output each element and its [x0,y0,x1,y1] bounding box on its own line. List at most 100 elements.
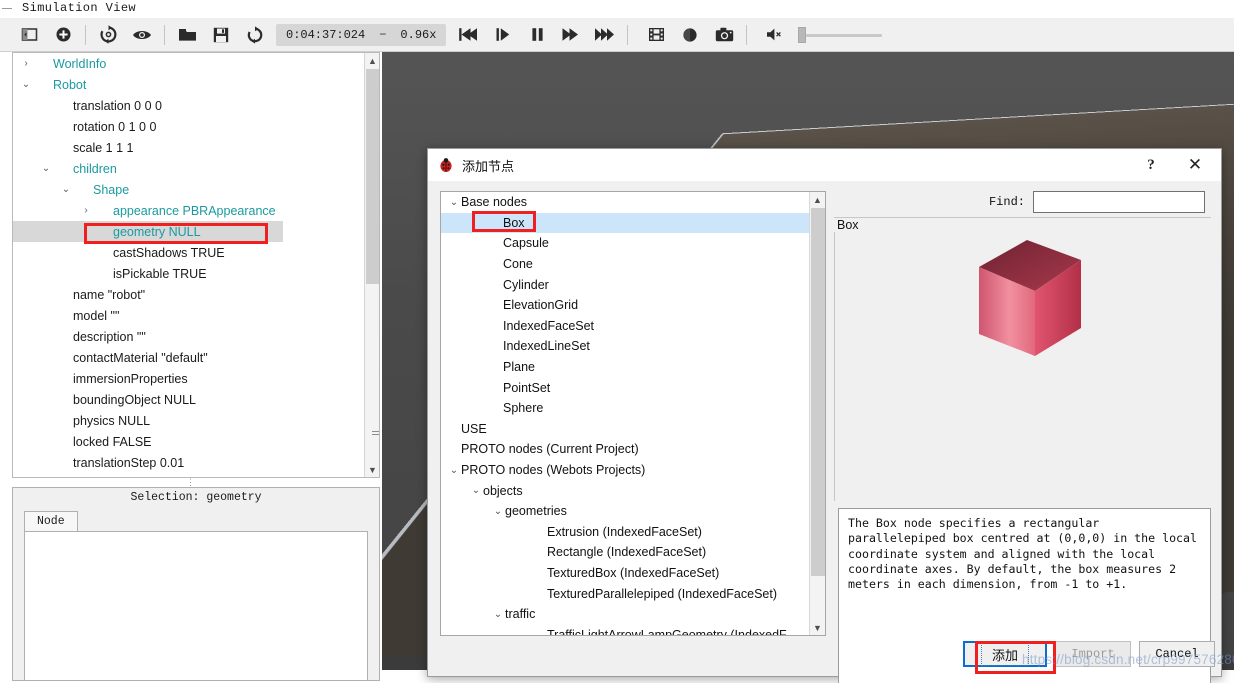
node-sphere-icon [93,203,108,218]
scene-tree-row[interactable]: scale 1 1 1 [13,137,365,158]
node-list-item[interactable]: PointSet [441,377,811,398]
mute-icon[interactable] [758,20,792,50]
find-input[interactable] [1033,191,1205,213]
scene-tree-row[interactable]: rotation 0 1 0 0 [13,116,365,137]
volume-slider[interactable] [798,25,883,45]
node-list-item[interactable]: Plane [441,357,811,378]
scrollbar-up-arrow[interactable]: ▲ [365,53,379,68]
scene-tree-row[interactable]: boundingObject NULL [13,389,365,410]
node-list-item[interactable]: IndexedLineSet [441,336,811,357]
box-preview-image [979,240,1081,356]
speed-minus: − [379,27,387,42]
twist-spacer [469,403,483,414]
node-list-item[interactable]: Sphere [441,398,811,419]
selection-title: Selection: geometry [130,491,262,504]
scene-tree-row[interactable]: description "" [13,326,365,347]
node-list-item[interactable]: ⌄ traffic [441,604,811,625]
save-world-icon[interactable] [204,20,238,50]
node-list-item[interactable]: Extrusion (IndexedFaceSet) [441,522,811,543]
chevron-right-icon[interactable]: › [19,58,33,69]
node-list-item-label: ElevationGrid [503,298,579,313]
scrollbar-down-arrow[interactable]: ▼ [365,462,379,477]
node-list-item[interactable]: TexturedParallelepiped (IndexedFaceSet) [441,583,811,604]
base-node-sphere-icon [483,360,498,375]
chevron-down-icon[interactable]: ⌄ [491,506,505,517]
pause-button[interactable] [520,20,554,50]
scrollbar-thumb[interactable] [366,69,379,284]
scene-tree-row[interactable]: castShadows TRUE [13,242,365,263]
chevron-down-icon[interactable]: ⌄ [39,163,53,174]
node-list-item[interactable]: Box [441,212,811,234]
scene-tree-row[interactable]: name "robot" [13,284,365,305]
scene-tree-row[interactable]: locked FALSE [13,431,365,452]
scene-tree-scrollbar[interactable]: ▲ ▼ [364,53,379,477]
scene-tree-row[interactable]: ⌄ children [13,158,365,179]
node-list-item[interactable]: Cylinder [441,274,811,295]
node-list-scrollbar[interactable]: ▲ ▼ [809,192,825,635]
volume-handle[interactable] [798,26,807,43]
reset-simulation-icon[interactable] [238,20,272,50]
field-cube-icon [53,434,68,449]
scene-tree-row[interactable]: ⌄ Shape [13,179,365,200]
scene-tree-row[interactable]: › WorldInfo [13,53,365,74]
node-list-item[interactable]: ⌄ PROTO nodes (Webots Projects) [441,460,811,481]
scene-tree-row[interactable]: model "" [13,305,365,326]
node-list-item[interactable]: ⌄ objects [441,480,811,501]
scene-tree-row[interactable]: ⌄ Robot [13,74,365,95]
splitter-handle[interactable]: ⋮ [186,478,196,487]
chevron-down-icon[interactable]: ⌄ [59,184,73,195]
field-cube-icon [53,371,68,386]
chevron-down-icon[interactable]: ⌄ [469,485,483,496]
reload-world-icon[interactable] [91,20,125,50]
add-node-dialog[interactable]: 添加节点 ? ✕ Find: ⌄ Base nodes Box Capsule C… [427,148,1222,683]
tab-node[interactable]: Node [24,511,78,532]
node-list-item[interactable]: ⌄ Base nodes [441,192,811,213]
node-list-item[interactable]: TexturedBox (IndexedFaceSet) [441,563,811,584]
node-list-item[interactable]: PROTO nodes (Current Project) [441,439,811,460]
node-list-item[interactable]: ⌄ geometries [441,501,811,522]
close-icon[interactable]: ✕ [1175,149,1215,181]
node-type-list[interactable]: ⌄ Base nodes Box Capsule Cone Cylinder El… [440,191,826,636]
scene-tree-row[interactable]: isPickable TRUE [13,263,365,284]
twist-spacer [79,248,93,258]
chevron-down-icon[interactable]: ⌄ [447,465,461,476]
chevron-down-icon[interactable]: ⌄ [491,609,505,620]
chevron-down-icon[interactable]: ⌄ [447,197,461,208]
real-time-button[interactable] [588,20,622,50]
scene-tree-row-label: translationStep 0.01 [73,455,185,470]
twist-spacer [469,382,483,393]
make-movie-icon[interactable] [639,20,673,50]
scene-tree-row[interactable]: physics NULL [13,410,365,431]
node-scrollbar-down-arrow[interactable]: ▼ [810,620,825,635]
scene-tree-panel[interactable]: › WorldInfo ⌄ Robot translation 0 0 0 rotat… [12,52,380,478]
node-list-item[interactable]: Cone [441,254,811,275]
chevron-right-icon[interactable]: › [79,205,93,216]
scene-tree-row[interactable]: translation 0 0 0 [13,95,365,116]
node-scrollbar-up-arrow[interactable]: ▲ [810,192,825,207]
toggle-panel-icon[interactable] [12,20,46,50]
scene-tree-row[interactable]: geometry NULL [13,221,283,242]
panel-gripper[interactable] [372,429,379,439]
scene-tree-row[interactable]: contactMaterial "default" [13,347,365,368]
node-list-item[interactable]: TrafficLightArrowLampGeometry (IndexedF.… [441,624,811,635]
node-list-item[interactable]: ElevationGrid [441,295,811,316]
chevron-down-icon[interactable]: ⌄ [19,79,33,90]
help-button[interactable]: ? [1131,149,1171,181]
node-list-item[interactable]: Rectangle (IndexedFaceSet) [441,542,811,563]
node-list-item[interactable]: USE [441,419,811,440]
record-icon[interactable] [673,20,707,50]
scene-tree-row[interactable]: immersionProperties [13,368,365,389]
step-back-button[interactable] [452,20,486,50]
view-eye-icon[interactable] [125,20,159,50]
node-list-item[interactable]: IndexedFaceSet [441,316,811,337]
add-node-icon[interactable] [46,20,80,50]
screenshot-icon[interactable] [707,20,741,50]
twist-spacer [79,227,93,237]
node-list-item[interactable]: Capsule [441,233,811,254]
scene-tree-row[interactable]: translationStep 0.01 [13,452,365,473]
open-world-icon[interactable] [170,20,204,50]
fast-forward-button[interactable] [554,20,588,50]
play-step-button[interactable] [486,20,520,50]
scene-tree-row[interactable]: › appearance PBRAppearance [13,200,365,221]
node-scrollbar-thumb[interactable] [811,208,825,576]
